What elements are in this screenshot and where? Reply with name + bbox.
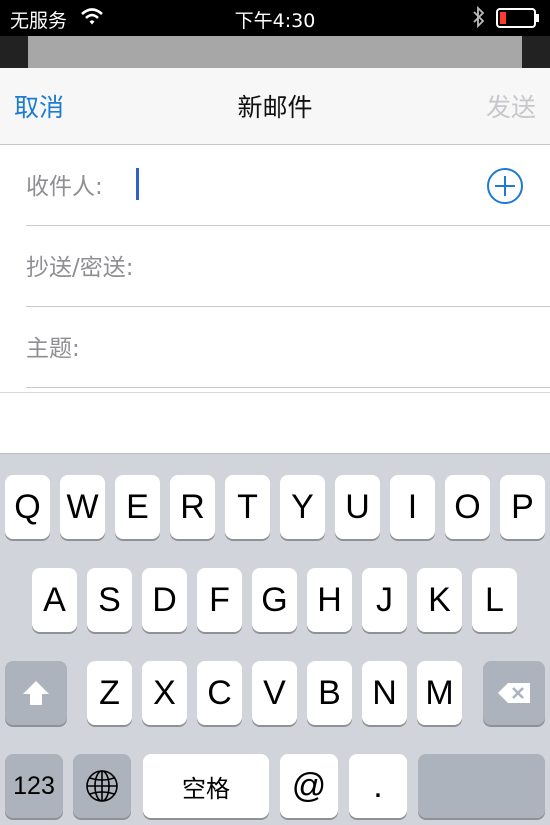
key-e[interactable]: E [115, 475, 160, 539]
to-field[interactable]: 收件人: [26, 145, 550, 226]
page-title: 新邮件 [237, 93, 313, 122]
key-s[interactable]: S [87, 568, 132, 632]
key-q[interactable]: Q [5, 475, 50, 539]
at-key[interactable]: @ [280, 754, 338, 818]
key-w[interactable]: W [60, 475, 105, 539]
globe-key[interactable] [73, 754, 131, 818]
cc-bcc-field[interactable]: 抄送/密送: [26, 226, 550, 307]
space-key[interactable]: 空格 [143, 754, 269, 818]
status-bar: 无服务 下午4:30 [0, 0, 550, 36]
key-c[interactable]: C [197, 661, 242, 725]
key-k[interactable]: K [417, 568, 462, 632]
cc-bcc-label: 抄送/密送: [26, 255, 134, 281]
subject-label: 主题: [26, 336, 80, 362]
key-l[interactable]: L [472, 568, 517, 632]
key-g[interactable]: G [252, 568, 297, 632]
compose-sheet: 取消 新邮件 发送 收件人: 抄送/密送: 主题: [0, 68, 550, 453]
shift-arrow-icon [23, 681, 49, 705]
key-z[interactable]: Z [87, 661, 132, 725]
key-t[interactable]: T [225, 475, 270, 539]
key-m[interactable]: M [417, 661, 462, 725]
key-y[interactable]: Y [280, 475, 325, 539]
text-caret [136, 168, 139, 200]
key-j[interactable]: J [362, 568, 407, 632]
key-x[interactable]: X [142, 661, 187, 725]
add-contact-icon[interactable] [486, 167, 524, 205]
key-i[interactable]: I [390, 475, 435, 539]
to-label: 收件人: [26, 174, 103, 200]
shift-key[interactable] [5, 661, 67, 725]
key-f[interactable]: F [197, 568, 242, 632]
subject-field[interactable]: 主题: [26, 307, 550, 388]
key-u[interactable]: U [335, 475, 380, 539]
dot-key[interactable]: . [349, 754, 407, 818]
key-o[interactable]: O [445, 475, 490, 539]
key-n[interactable]: N [362, 661, 407, 725]
status-time: 下午4:30 [234, 10, 316, 32]
message-body[interactable] [0, 392, 550, 453]
key-r[interactable]: R [170, 475, 215, 539]
globe-icon [86, 770, 118, 802]
return-key[interactable] [418, 754, 545, 818]
key-b[interactable]: B [307, 661, 352, 725]
bluetooth-icon [473, 5, 485, 29]
background-card [28, 36, 522, 72]
navigation-bar: 取消 新邮件 发送 [0, 68, 550, 145]
send-button[interactable]: 发送 [486, 88, 536, 124]
keyboard: Q W E R T Y U I O P A S D F G H J K L Z … [0, 453, 550, 825]
key-p[interactable]: P [500, 475, 545, 539]
numbers-key[interactable]: 123 [5, 754, 63, 818]
key-v[interactable]: V [252, 661, 297, 725]
key-a[interactable]: A [32, 568, 77, 632]
key-h[interactable]: H [307, 568, 352, 632]
battery-icon [496, 8, 539, 28]
delete-key[interactable] [483, 661, 545, 725]
backspace-icon [498, 683, 530, 703]
key-d[interactable]: D [142, 568, 187, 632]
